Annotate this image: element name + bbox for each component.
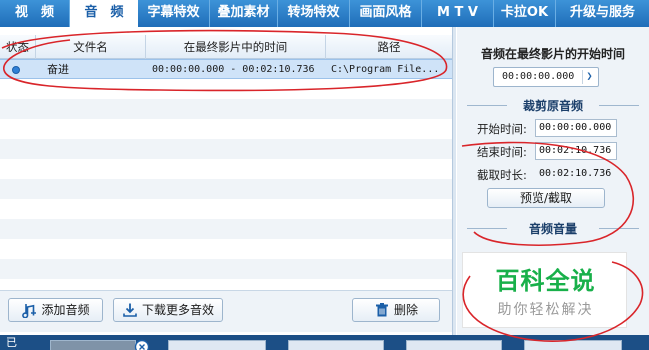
timeline-slot[interactable]: [524, 340, 622, 350]
top-tab-bar: 视 频 音 频 字幕特效 叠加素材 转场特效 画面风格 M T V 卡拉OK 升…: [0, 0, 649, 27]
empty-row: [0, 259, 452, 279]
row-filename: 奋进: [47, 63, 69, 76]
empty-row: [0, 199, 452, 219]
row-path: C:\Program File...: [331, 64, 440, 75]
tab-transition-effects[interactable]: 转场特效: [278, 0, 350, 27]
column-path[interactable]: 路径: [326, 35, 452, 59]
empty-row: [0, 159, 452, 179]
delete-button[interactable]: 删除: [352, 298, 440, 322]
empty-row: [0, 239, 452, 259]
table-row[interactable]: 奋进 00:00:00.000 - 00:02:10.736 C:\Progra…: [0, 59, 452, 79]
watermark-title: 百科全说: [495, 267, 596, 295]
delete-label: 删除: [393, 303, 418, 317]
empty-row: [0, 119, 452, 139]
tab-video[interactable]: 视 频: [0, 0, 70, 27]
chevron-right-icon[interactable]: ❯: [582, 70, 596, 84]
column-filename[interactable]: 文件名: [36, 35, 146, 59]
column-status[interactable]: 状态: [0, 35, 36, 59]
empty-row: [0, 139, 452, 159]
tab-audio[interactable]: 音 频: [70, 0, 138, 27]
music-note-add-icon: [21, 302, 37, 319]
start-time-input[interactable]: 00:00:00.000 ❯: [493, 67, 599, 87]
trim-end-field[interactable]: 00:02:10.736: [535, 142, 617, 160]
tab-subtitle-effects[interactable]: 字幕特效: [138, 0, 210, 27]
trim-start-field[interactable]: 00:00:00.000: [535, 119, 617, 137]
preview-trim-button[interactable]: 预览/截取: [487, 188, 605, 208]
timeline-clip-thumbnail[interactable]: [50, 340, 136, 350]
list-rows: 奋进 00:00:00.000 - 00:02:10.736 C:\Progra…: [0, 59, 452, 279]
add-audio-label: 添加音频: [41, 303, 90, 317]
section-line-right: [599, 105, 639, 106]
tab-mtv[interactable]: M T V: [422, 0, 494, 27]
watermark-subtitle: 助你轻松解决: [497, 302, 594, 318]
download-icon: [122, 302, 138, 318]
watermark-logo: 百科全说 助你轻松解决: [462, 252, 627, 328]
empty-row: [0, 219, 452, 239]
status-dot-icon: [12, 66, 20, 74]
tab-overlay-material[interactable]: 叠加素材: [210, 0, 278, 27]
timeline-slot[interactable]: [288, 340, 384, 350]
tab-image-style[interactable]: 画面风格: [350, 0, 422, 27]
trim-duration-label: 截取时长:: [477, 168, 527, 182]
start-time-value: 00:00:00.000: [502, 71, 575, 82]
trim-end-label: 结束时间:: [477, 145, 527, 159]
timeline-slot[interactable]: [406, 340, 502, 350]
timeline-slot[interactable]: [168, 340, 266, 350]
tab-karaoke[interactable]: 卡拉OK: [494, 0, 556, 27]
list-button-bar: 添加音频 下载更多音效 删除: [0, 290, 452, 332]
download-more-label: 下载更多音效: [141, 303, 214, 317]
trim-start-label: 开始时间:: [477, 122, 527, 136]
add-audio-button[interactable]: 添加音频: [8, 298, 103, 322]
timeline-label: 已: [6, 336, 17, 349]
column-time-in-movie[interactable]: 在最终影片中的时间: [146, 35, 326, 59]
download-more-sounds-button[interactable]: 下载更多音效: [113, 298, 223, 322]
row-time-range: 00:00:00.000 - 00:02:10.736: [152, 64, 315, 75]
empty-row: [0, 179, 452, 199]
empty-row: [0, 79, 452, 99]
start-time-title: 音频在最终影片的开始时间: [480, 47, 625, 61]
empty-row: [0, 99, 452, 119]
section-line-right: [599, 228, 639, 229]
list-header: 状态 文件名 在最终影片中的时间 路径: [0, 35, 452, 59]
close-circle-icon[interactable]: [134, 339, 150, 350]
panel-divider: [452, 27, 456, 335]
preview-trim-label: 预览/截取: [519, 191, 573, 205]
trash-icon: [374, 302, 390, 318]
tab-upgrade-service[interactable]: 升级与服务: [556, 0, 649, 27]
trim-duration-value: 00:02:10.736: [539, 168, 612, 179]
audio-file-list: 状态 文件名 在最终影片中的时间 路径 奋进 00:00:00.000 - 00…: [0, 35, 452, 290]
timeline-strip: 已: [0, 335, 649, 350]
